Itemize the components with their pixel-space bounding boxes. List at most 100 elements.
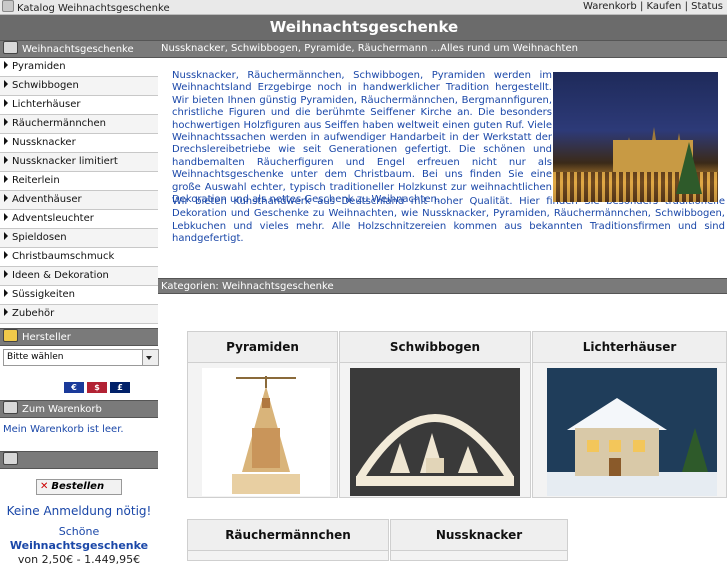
link-warenkorb[interactable]: Warenkorb (583, 1, 637, 12)
sidebar-item-lichterhaeuser[interactable]: Lichterhäuser (0, 96, 158, 115)
arrow-right-icon (4, 156, 8, 164)
breadcrumb-label[interactable]: Katalog Weihnachtsgeschenke (17, 3, 170, 14)
schwibbogen-illustration (356, 414, 514, 486)
hersteller-title: Hersteller (22, 332, 71, 343)
hersteller-select-value: Bitte wählen (7, 352, 64, 362)
pyramid-image[interactable] (202, 368, 330, 496)
close-icon: ✕ (40, 481, 49, 492)
euro-flag-icon[interactable]: € (64, 382, 84, 393)
arrow-right-icon (4, 289, 8, 297)
category-card-label: Lichterhäuser (533, 332, 726, 363)
breadcrumb[interactable]: Katalog Weihnachtsgeschenke (2, 0, 170, 14)
uk-flag-icon[interactable]: £ (110, 382, 130, 393)
bestellen-button[interactable]: ✕ Bestellen (36, 479, 122, 495)
arrow-right-icon (4, 270, 8, 278)
link-separator: | (684, 1, 688, 12)
sidebar-item-label: Reiterlein (12, 175, 60, 186)
top-links: Warenkorb | Kaufen | Status (583, 0, 723, 14)
arrow-right-icon (4, 251, 8, 259)
checkout-header (0, 451, 158, 469)
link-kaufen[interactable]: Kaufen (647, 1, 682, 12)
promo-text: Schöne Weihnachtsgeschenke von 2,50€ - 1… (0, 525, 158, 567)
sidebar-item-label: Spieldosen (12, 232, 67, 243)
hero-image-christmas-market (553, 72, 718, 202)
sidebar-item-label: Adventhäuser (12, 194, 82, 205)
category-card-pyramiden[interactable]: Pyramiden (187, 331, 338, 498)
warenkorb-header: Zum Warenkorb (0, 400, 158, 418)
sidebar-item-label: Schwibbogen (12, 80, 79, 91)
promo-price: von 2,50€ - 1.449,95€ (17, 553, 141, 566)
no-login-notice: Keine Anmeldung nötig! (6, 504, 152, 518)
sidebar-item-spieldosen[interactable]: Spieldosen (0, 229, 158, 248)
categories-header: Kategorien: Weihnachtsgeschenke (158, 278, 727, 294)
sidebar-item-label: Zubehör (12, 308, 55, 319)
sidebar-item-christbaumschmuck[interactable]: Christbaumschmuck (0, 248, 158, 267)
hersteller-select[interactable]: Bitte wählen (3, 349, 159, 366)
sidebar-item-nussknacker[interactable]: Nussknacker (0, 134, 158, 153)
chevron-down-icon[interactable] (142, 350, 158, 365)
arrow-right-icon (4, 99, 8, 107)
filter-icon (3, 329, 18, 342)
link-separator: | (639, 1, 644, 12)
arrow-right-icon (4, 80, 8, 88)
sidebar-item-label: Räuchermännchen (12, 118, 106, 129)
category-list: Pyramiden Schwibbogen Lichterhäuser Räuc… (0, 58, 158, 324)
category-card-raeuchermaennchen[interactable]: Räuchermännchen (187, 519, 389, 561)
category-card-label: Pyramiden (188, 332, 337, 363)
us-flag-icon[interactable]: $ (87, 382, 107, 393)
play-icon (3, 452, 18, 465)
sidebar: Weihnachtsgeschenke Pyramiden Schwibboge… (0, 40, 159, 566)
link-status[interactable]: Status (691, 1, 723, 12)
sidebar-section-title: Weihnachtsgeschenke (22, 44, 134, 55)
cart-icon (3, 401, 18, 414)
arrow-right-icon (4, 137, 8, 145)
gift-icon (3, 41, 18, 54)
arrow-right-icon (4, 175, 8, 183)
category-card-schwibbogen[interactable]: Schwibbogen (339, 331, 531, 498)
sidebar-item-adventsleuchter[interactable]: Adventsleuchter (0, 210, 158, 229)
arrow-right-icon (4, 308, 8, 316)
sidebar-item-label: Adventsleuchter (12, 213, 94, 224)
top-header: Katalog Weihnachtsgeschenke Warenkorb | … (0, 0, 727, 40)
sidebar-item-nussknacker-limitiert[interactable]: Nussknacker limitiert (0, 153, 158, 172)
sidebar-item-reiterlein[interactable]: Reiterlein (0, 172, 158, 191)
main-content: Nussknacker, Schwibbogen, Pyramide, Räuc… (158, 40, 727, 561)
warenkorb-title: Zum Warenkorb (22, 404, 102, 415)
category-card-lichterhaeuser[interactable]: Lichterhäuser (532, 331, 727, 498)
sidebar-item-pyramiden[interactable]: Pyramiden (0, 58, 158, 77)
promo-bold[interactable]: Weihnachtsgeschenke (10, 539, 148, 552)
top-strip: Katalog Weihnachtsgeschenke Warenkorb | … (0, 0, 727, 15)
sidebar-item-suessigkeiten[interactable]: Süssigkeiten (0, 286, 158, 305)
lichterhaus-image[interactable] (547, 368, 717, 496)
sidebar-item-ideen-dekoration[interactable]: Ideen & Dekoration (0, 267, 158, 286)
sidebar-section-header: Weihnachtsgeschenke (0, 40, 158, 58)
bestellen-label: Bestellen (51, 481, 105, 492)
arrow-right-icon (4, 232, 8, 240)
category-card-nussknacker[interactable]: Nussknacker (390, 519, 568, 561)
arrow-right-icon (4, 194, 8, 202)
sidebar-item-adventhaeuser[interactable]: Adventhäuser (0, 191, 158, 210)
sidebar-item-schwibbogen[interactable]: Schwibbogen (0, 77, 158, 96)
arrow-right-icon (4, 213, 8, 221)
category-card-label: Schwibbogen (340, 332, 530, 363)
sidebar-item-label: Nussknacker (12, 137, 76, 148)
category-card-label: Räuchermännchen (188, 520, 388, 551)
intro-text-2: Wir bieten Kunsthandwerk aus Deutschland… (172, 196, 725, 245)
warenkorb-status-link[interactable]: Mein Warenkorb ist leer. (0, 424, 158, 435)
home-icon[interactable] (2, 0, 14, 12)
arrow-right-icon (4, 118, 8, 126)
sidebar-item-label: Nussknacker limitiert (12, 156, 118, 167)
promo-prefix: Schöne (58, 525, 100, 538)
lichterhaus-illustration (547, 398, 717, 496)
pyramid-illustration (232, 376, 300, 494)
arrow-right-icon (4, 61, 8, 69)
sidebar-item-label: Christbaumschmuck (12, 251, 115, 262)
intro-text: Nussknacker, Räuchermännchen, Schwibboge… (172, 70, 552, 206)
sidebar-item-zubehoer[interactable]: Zubehör (0, 305, 158, 324)
sidebar-item-label: Pyramiden (12, 61, 66, 72)
sidebar-item-raeuchermaennchen[interactable]: Räuchermännchen (0, 115, 158, 134)
site-title: Weihnachtsgeschenke (269, 18, 459, 36)
main-subtitle: Nussknacker, Schwibbogen, Pyramide, Räuc… (158, 40, 727, 58)
category-card-label: Nussknacker (391, 520, 567, 551)
schwibbogen-image[interactable] (350, 368, 520, 496)
